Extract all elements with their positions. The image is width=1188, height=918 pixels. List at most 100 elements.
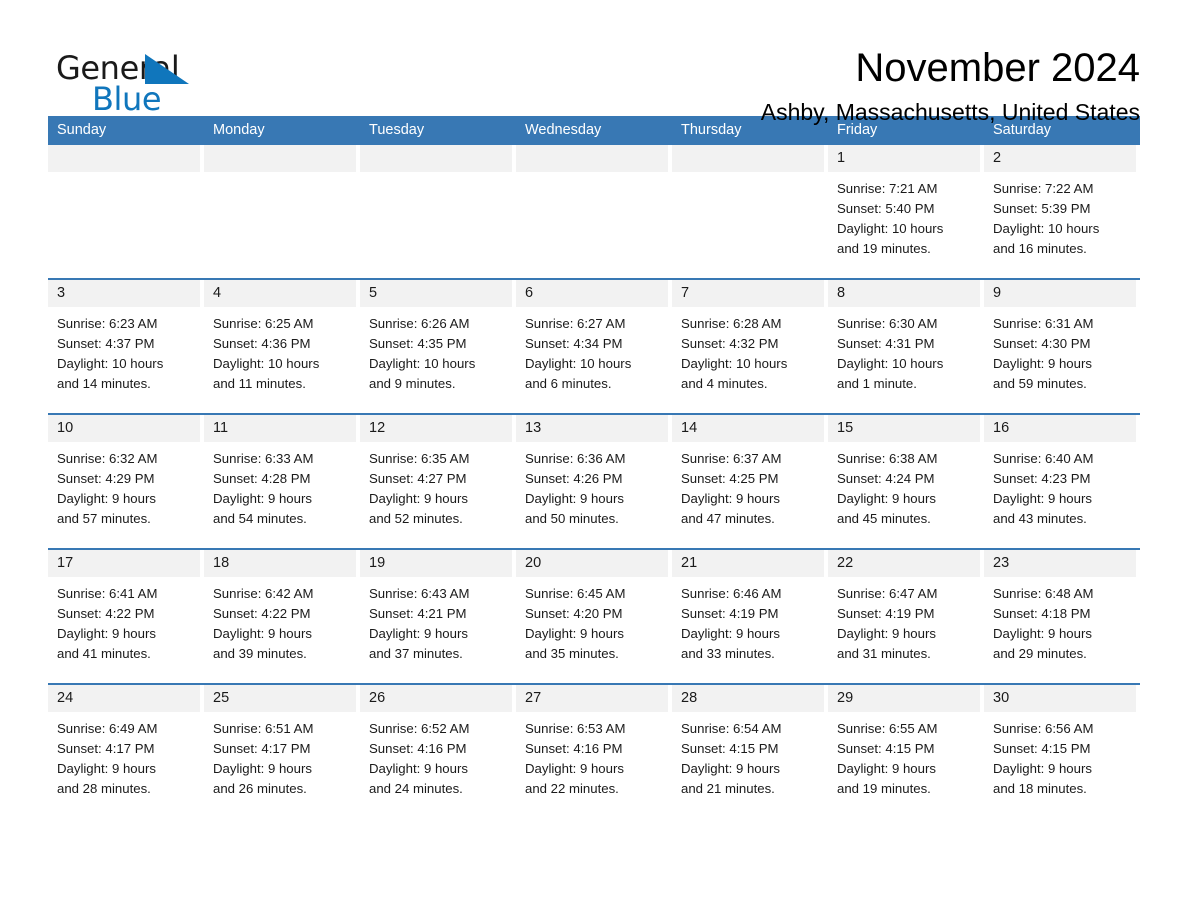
day-sun-info: Sunrise: 6:36 AM Sunset: 4:26 PM Daylight:… xyxy=(516,442,668,529)
day-number: 9 xyxy=(984,280,1136,307)
calendar-day-cell[interactable]: 27 Sunrise: 6:53 AM Sunset: 4:16 PM Dayligh… xyxy=(516,685,672,820)
day-number: 3 xyxy=(48,280,200,307)
day-number: 21 xyxy=(672,550,824,577)
calendar-day-cell[interactable]: 20 Sunrise: 6:45 AM Sunset: 4:20 PM Dayligh… xyxy=(516,550,672,683)
sunset-text: Sunset: 4:36 PM xyxy=(213,336,311,351)
calendar-day-cell[interactable]: 3 Sunrise: 6:23 AM Sunset: 4:37 PM Daylight… xyxy=(48,280,204,413)
daylight-text-line1: Daylight: 9 hours xyxy=(681,761,780,776)
sunset-text: Sunset: 4:21 PM xyxy=(369,606,467,621)
daylight-text-line1: Daylight: 9 hours xyxy=(681,491,780,506)
calendar-day-cell[interactable]: 8 Sunrise: 6:30 AM Sunset: 4:31 PM Daylight… xyxy=(828,280,984,413)
day-sun-info: Sunrise: 7:21 AM Sunset: 5:40 PM Daylight:… xyxy=(828,172,980,259)
sunrise-text: Sunrise: 6:32 AM xyxy=(57,451,158,466)
daylight-text-line1: Daylight: 10 hours xyxy=(837,221,944,236)
sunrise-text: Sunrise: 6:54 AM xyxy=(681,721,782,736)
daylight-text-line1: Daylight: 9 hours xyxy=(213,761,312,776)
calendar-day-cell[interactable]: 5 Sunrise: 6:26 AM Sunset: 4:35 PM Daylight… xyxy=(360,280,516,413)
sunrise-text: Sunrise: 6:41 AM xyxy=(57,586,158,601)
daylight-text-line1: Daylight: 9 hours xyxy=(369,491,468,506)
daylight-text-line2: and 33 minutes. xyxy=(681,646,775,661)
day-number: 8 xyxy=(828,280,980,307)
day-number: 20 xyxy=(516,550,668,577)
weekday-header-friday: Friday xyxy=(837,122,878,138)
calendar-day-cell[interactable]: 21 Sunrise: 6:46 AM Sunset: 4:19 PM Dayligh… xyxy=(672,550,828,683)
sunrise-text: Sunrise: 6:31 AM xyxy=(993,316,1094,331)
sunrise-text: Sunrise: 6:38 AM xyxy=(837,451,938,466)
calendar-day-cell[interactable]: 1 Sunrise: 7:21 AM Sunset: 5:40 PM Daylight… xyxy=(828,145,984,278)
day-sun-info: Sunrise: 6:35 AM Sunset: 4:27 PM Daylight:… xyxy=(360,442,512,529)
sunrise-text: Sunrise: 6:49 AM xyxy=(57,721,158,736)
day-sun-info: Sunrise: 6:55 AM Sunset: 4:15 PM Daylight:… xyxy=(828,712,980,799)
day-sun-info: Sunrise: 6:53 AM Sunset: 4:16 PM Daylight:… xyxy=(516,712,668,799)
calendar-week-row: 10 Sunrise: 6:32 AM Sunset: 4:29 PM Dayligh… xyxy=(48,415,1140,550)
calendar-day-cell-empty xyxy=(48,145,204,278)
sunrise-text: Sunrise: 6:55 AM xyxy=(837,721,938,736)
sunset-text: Sunset: 4:22 PM xyxy=(213,606,311,621)
weekday-header-thursday: Thursday xyxy=(681,122,742,138)
calendar-day-cell[interactable]: 9 Sunrise: 6:31 AM Sunset: 4:30 PM Daylight… xyxy=(984,280,1140,413)
calendar-day-cell[interactable]: 6 Sunrise: 6:27 AM Sunset: 4:34 PM Daylight… xyxy=(516,280,672,413)
sunrise-text: Sunrise: 6:48 AM xyxy=(993,586,1094,601)
daylight-text-line2: and 1 minute. xyxy=(837,376,917,391)
day-sun-info: Sunrise: 6:23 AM Sunset: 4:37 PM Daylight:… xyxy=(48,307,200,394)
day-number: 28 xyxy=(672,685,824,712)
calendar-day-cell[interactable]: 24 Sunrise: 6:49 AM Sunset: 4:17 PM Dayligh… xyxy=(48,685,204,820)
day-number xyxy=(204,145,356,172)
calendar-day-cell[interactable]: 10 Sunrise: 6:32 AM Sunset: 4:29 PM Dayligh… xyxy=(48,415,204,548)
daylight-text-line1: Daylight: 9 hours xyxy=(993,761,1092,776)
calendar-day-cell[interactable]: 26 Sunrise: 6:52 AM Sunset: 4:16 PM Dayligh… xyxy=(360,685,516,820)
sunset-text: Sunset: 4:25 PM xyxy=(681,471,779,486)
calendar-day-cell[interactable]: 12 Sunrise: 6:35 AM Sunset: 4:27 PM Dayligh… xyxy=(360,415,516,548)
calendar-day-cell-empty xyxy=(672,145,828,278)
day-sun-info: Sunrise: 6:41 AM Sunset: 4:22 PM Daylight:… xyxy=(48,577,200,664)
day-sun-info: Sunrise: 6:47 AM Sunset: 4:19 PM Daylight:… xyxy=(828,577,980,664)
daylight-text-line1: Daylight: 9 hours xyxy=(213,626,312,641)
sunset-text: Sunset: 4:26 PM xyxy=(525,471,623,486)
calendar-day-cell[interactable]: 16 Sunrise: 6:40 AM Sunset: 4:23 PM Dayligh… xyxy=(984,415,1140,548)
day-number: 27 xyxy=(516,685,668,712)
calendar-day-cell[interactable]: 14 Sunrise: 6:37 AM Sunset: 4:25 PM Dayligh… xyxy=(672,415,828,548)
calendar-day-cell[interactable]: 19 Sunrise: 6:43 AM Sunset: 4:21 PM Dayligh… xyxy=(360,550,516,683)
calendar-day-cell[interactable]: 30 Sunrise: 6:56 AM Sunset: 4:15 PM Dayligh… xyxy=(984,685,1140,820)
calendar-day-cell[interactable]: 2 Sunrise: 7:22 AM Sunset: 5:39 PM Daylight… xyxy=(984,145,1140,278)
calendar-day-cell[interactable]: 23 Sunrise: 6:48 AM Sunset: 4:18 PM Dayligh… xyxy=(984,550,1140,683)
daylight-text-line2: and 47 minutes. xyxy=(681,511,775,526)
calendar-day-cell[interactable]: 17 Sunrise: 6:41 AM Sunset: 4:22 PM Dayligh… xyxy=(48,550,204,683)
daylight-text-line1: Daylight: 10 hours xyxy=(213,356,320,371)
day-number: 5 xyxy=(360,280,512,307)
calendar-day-cell[interactable]: 7 Sunrise: 6:28 AM Sunset: 4:32 PM Daylight… xyxy=(672,280,828,413)
calendar-table: Sunday Monday Tuesday Wednesday Thursday Frid… xyxy=(48,116,1140,820)
day-sun-info: Sunrise: 6:46 AM Sunset: 4:19 PM Daylight:… xyxy=(672,577,824,664)
weekday-header-sunday: Sunday xyxy=(57,122,107,138)
calendar-day-cell[interactable]: 25 Sunrise: 6:51 AM Sunset: 4:17 PM Dayligh… xyxy=(204,685,360,820)
calendar-day-cell[interactable]: 18 Sunrise: 6:42 AM Sunset: 4:22 PM Dayligh… xyxy=(204,550,360,683)
logo-text-blue: Blue xyxy=(92,80,162,118)
daylight-text-line2: and 4 minutes. xyxy=(681,376,768,391)
day-sun-info: Sunrise: 6:28 AM Sunset: 4:32 PM Daylight:… xyxy=(672,307,824,394)
generalblue-logo[interactable]: General Blue xyxy=(48,44,198,118)
day-number: 24 xyxy=(48,685,200,712)
calendar-week-row: 3 Sunrise: 6:23 AM Sunset: 4:37 PM Daylight… xyxy=(48,280,1140,415)
weekday-header-row: Sunday Monday Tuesday Wednesday Thursday Frid… xyxy=(48,116,1140,145)
daylight-text-line2: and 29 minutes. xyxy=(993,646,1087,661)
daylight-text-line2: and 28 minutes. xyxy=(57,781,151,796)
calendar-day-cell[interactable]: 15 Sunrise: 6:38 AM Sunset: 4:24 PM Dayligh… xyxy=(828,415,984,548)
daylight-text-line2: and 6 minutes. xyxy=(525,376,612,391)
daylight-text-line1: Daylight: 9 hours xyxy=(57,491,156,506)
calendar-day-cell[interactable]: 28 Sunrise: 6:54 AM Sunset: 4:15 PM Dayligh… xyxy=(672,685,828,820)
daylight-text-line2: and 21 minutes. xyxy=(681,781,775,796)
calendar-day-cell[interactable]: 29 Sunrise: 6:55 AM Sunset: 4:15 PM Dayligh… xyxy=(828,685,984,820)
calendar-day-cell[interactable]: 4 Sunrise: 6:25 AM Sunset: 4:36 PM Daylight… xyxy=(204,280,360,413)
day-number: 2 xyxy=(984,145,1136,172)
daylight-text-line1: Daylight: 9 hours xyxy=(837,626,936,641)
day-number: 6 xyxy=(516,280,668,307)
sunset-text: Sunset: 4:22 PM xyxy=(57,606,155,621)
daylight-text-line2: and 9 minutes. xyxy=(369,376,456,391)
calendar-day-cell[interactable]: 22 Sunrise: 6:47 AM Sunset: 4:19 PM Dayligh… xyxy=(828,550,984,683)
sunrise-text: Sunrise: 6:37 AM xyxy=(681,451,782,466)
day-number xyxy=(672,145,824,172)
calendar-day-cell[interactable]: 11 Sunrise: 6:33 AM Sunset: 4:28 PM Dayligh… xyxy=(204,415,360,548)
calendar-day-cell[interactable]: 13 Sunrise: 6:36 AM Sunset: 4:26 PM Dayligh… xyxy=(516,415,672,548)
sunrise-text: Sunrise: 6:36 AM xyxy=(525,451,626,466)
sunset-text: Sunset: 4:17 PM xyxy=(57,741,155,756)
